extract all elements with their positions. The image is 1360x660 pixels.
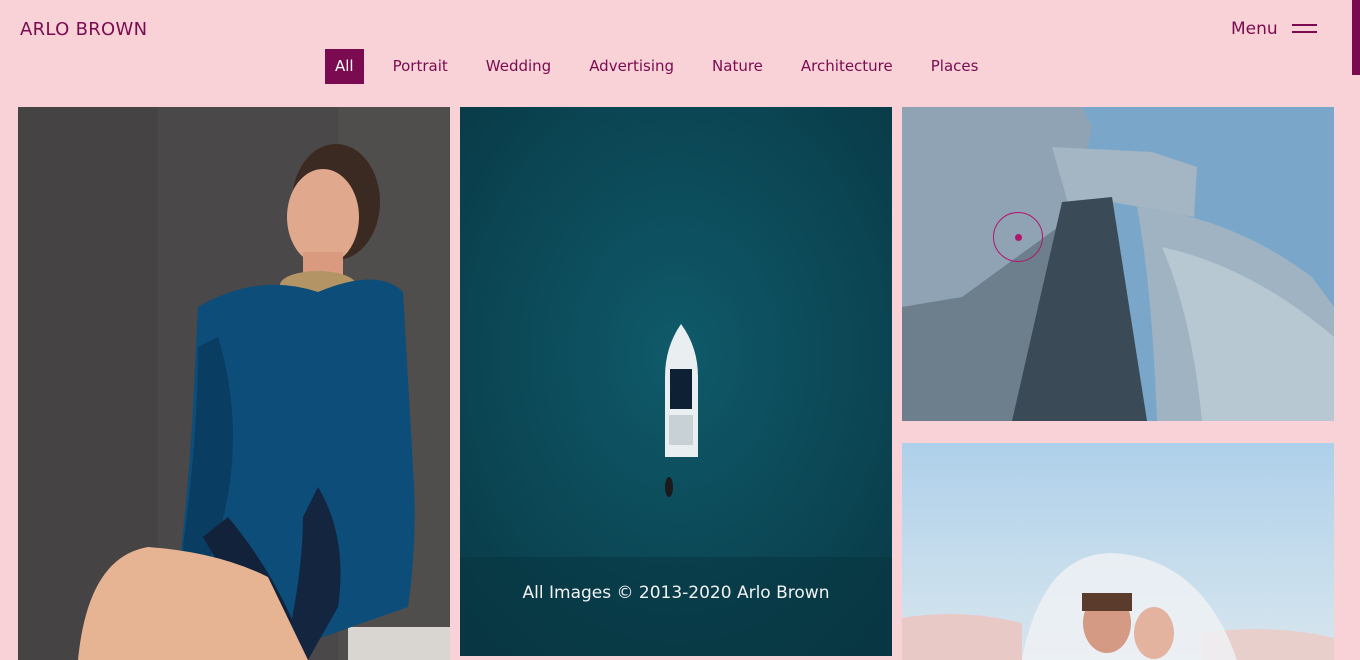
architecture-photo — [902, 107, 1334, 421]
menu-label: Menu — [1231, 19, 1278, 39]
menu-button[interactable]: Menu — [1231, 18, 1317, 40]
site-logo[interactable]: ARLO BROWN — [20, 19, 147, 40]
wedding-photo — [902, 443, 1334, 660]
filter-architecture[interactable]: Architecture — [792, 49, 902, 84]
gallery-item-portrait-photo[interactable] — [18, 107, 450, 660]
filter-wedding[interactable]: Wedding — [477, 49, 560, 84]
yacht-photo — [460, 107, 892, 656]
scrollbar[interactable] — [1352, 0, 1360, 75]
portrait-photo — [18, 107, 450, 660]
gallery-item-architecture-photo[interactable] — [902, 107, 1334, 421]
gallery-filter-nav: All Portrait Wedding Advertising Nature … — [325, 49, 1007, 84]
filter-all[interactable]: All — [325, 49, 364, 84]
filter-nature[interactable]: Nature — [703, 49, 772, 84]
custom-cursor-dot — [1015, 234, 1022, 241]
filter-portrait[interactable]: Portrait — [384, 49, 457, 84]
hamburger-icon — [1291, 24, 1317, 34]
filter-places[interactable]: Places — [922, 49, 988, 84]
copyright-text: All Images © 2013-2020 Arlo Brown — [522, 583, 830, 603]
gallery-item-wedding-photo[interactable] — [902, 443, 1334, 660]
gallery-item-yacht-photo[interactable]: All Images © 2013-2020 Arlo Brown — [460, 107, 892, 656]
filter-advertising[interactable]: Advertising — [580, 49, 683, 84]
